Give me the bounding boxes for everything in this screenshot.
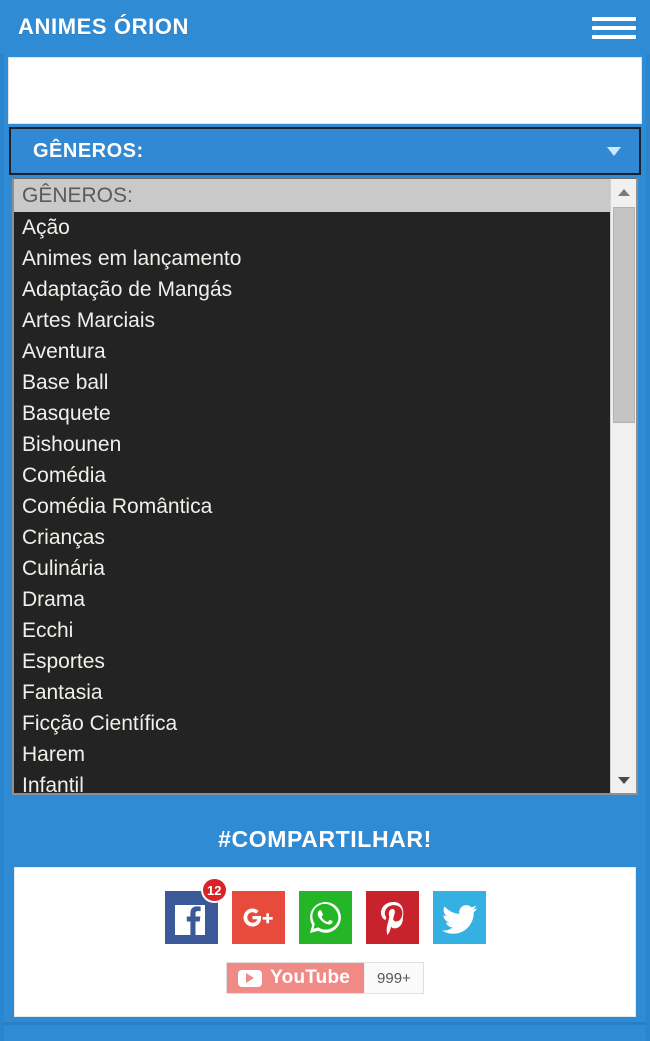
option-item[interactable]: Adaptação de Mangás bbox=[14, 274, 610, 305]
share-button-row: 12 bbox=[164, 877, 486, 949]
share-button-pinterest[interactable] bbox=[365, 885, 419, 949]
arrow-up-icon bbox=[618, 188, 630, 196]
option-item[interactable]: Culinária bbox=[14, 553, 610, 584]
option-item[interactable]: Basquete bbox=[14, 398, 610, 429]
whatsapp-icon bbox=[298, 890, 352, 944]
share-button-google-plus[interactable] bbox=[231, 885, 285, 949]
option-item[interactable]: Animes em lançamento bbox=[14, 243, 610, 274]
share-button-twitter[interactable] bbox=[432, 885, 486, 949]
option-item[interactable]: Infantil bbox=[14, 770, 610, 793]
google-plus-icon bbox=[231, 890, 285, 944]
scroll-up-button[interactable] bbox=[611, 179, 636, 205]
share-count-badge: 12 bbox=[201, 877, 228, 903]
option-item[interactable]: Artes Marciais bbox=[14, 305, 610, 336]
genre-select[interactable]: GÊNEROS: bbox=[9, 127, 641, 175]
option-item[interactable]: Bishounen bbox=[14, 429, 610, 460]
option-item[interactable]: Ecchi bbox=[14, 615, 610, 646]
youtube-subscribe-row: YouTube 999+ bbox=[226, 962, 424, 994]
hamburger-menu-icon[interactable] bbox=[592, 12, 636, 42]
option-list-scrollbar[interactable] bbox=[610, 179, 636, 793]
site-header: ANIMES ÓRION bbox=[0, 0, 650, 54]
option-item[interactable]: Comédia bbox=[14, 460, 610, 491]
option-item[interactable]: Drama bbox=[14, 584, 610, 615]
option-item[interactable]: Aventura bbox=[14, 336, 610, 367]
youtube-button-left: YouTube bbox=[227, 963, 365, 993]
scrollbar-thumb[interactable] bbox=[613, 207, 635, 423]
option-item[interactable]: Esportes bbox=[14, 646, 610, 677]
genre-select-label: GÊNEROS: bbox=[33, 139, 144, 162]
share-section-body: 12 YouTube 999+ bbox=[14, 867, 636, 1017]
pinterest-icon bbox=[365, 890, 419, 944]
option-placeholder[interactable]: GÊNEROS: bbox=[14, 179, 610, 212]
chevron-down-icon bbox=[607, 146, 621, 156]
hamburger-line bbox=[592, 35, 636, 39]
option-item[interactable]: Crianças bbox=[14, 522, 610, 553]
search-input[interactable] bbox=[9, 58, 641, 123]
option-item[interactable]: Comédia Romântica bbox=[14, 491, 610, 522]
option-item[interactable]: Harem bbox=[14, 739, 610, 770]
twitter-icon bbox=[432, 890, 486, 944]
page-root: ANIMES ÓRION GÊNEROS: GÊNEROS: Ação Animes… bbox=[0, 0, 650, 1041]
option-list-viewport: GÊNEROS: Ação Animes em lançamento Adaptaçã… bbox=[14, 179, 610, 793]
option-item[interactable]: Ficção Científica bbox=[14, 708, 610, 739]
share-button-whatsapp[interactable] bbox=[298, 885, 352, 949]
youtube-subscriber-count: 999+ bbox=[364, 963, 423, 993]
footer-strip bbox=[4, 1022, 646, 1041]
youtube-play-icon bbox=[238, 969, 263, 987]
share-section-header: #COMPARTILHAR! bbox=[9, 812, 641, 866]
arrow-down-icon bbox=[618, 776, 630, 784]
hamburger-line bbox=[592, 26, 636, 30]
genre-option-list[interactable]: GÊNEROS: Ação Animes em lançamento Adaptaçã… bbox=[12, 178, 638, 795]
youtube-subscribe-button[interactable]: YouTube 999+ bbox=[226, 962, 424, 994]
youtube-label: YouTube bbox=[270, 967, 351, 988]
share-button-facebook[interactable]: 12 bbox=[164, 877, 228, 949]
scroll-down-button[interactable] bbox=[611, 767, 636, 793]
option-item[interactable]: Fantasia bbox=[14, 677, 610, 708]
option-item[interactable]: Base ball bbox=[14, 367, 610, 398]
hamburger-line bbox=[592, 17, 636, 21]
share-title: #COMPARTILHAR! bbox=[218, 825, 432, 852]
page-title: ANIMES ÓRION bbox=[18, 14, 189, 39]
option-item[interactable]: Ação bbox=[14, 212, 610, 243]
search-panel bbox=[8, 57, 642, 124]
